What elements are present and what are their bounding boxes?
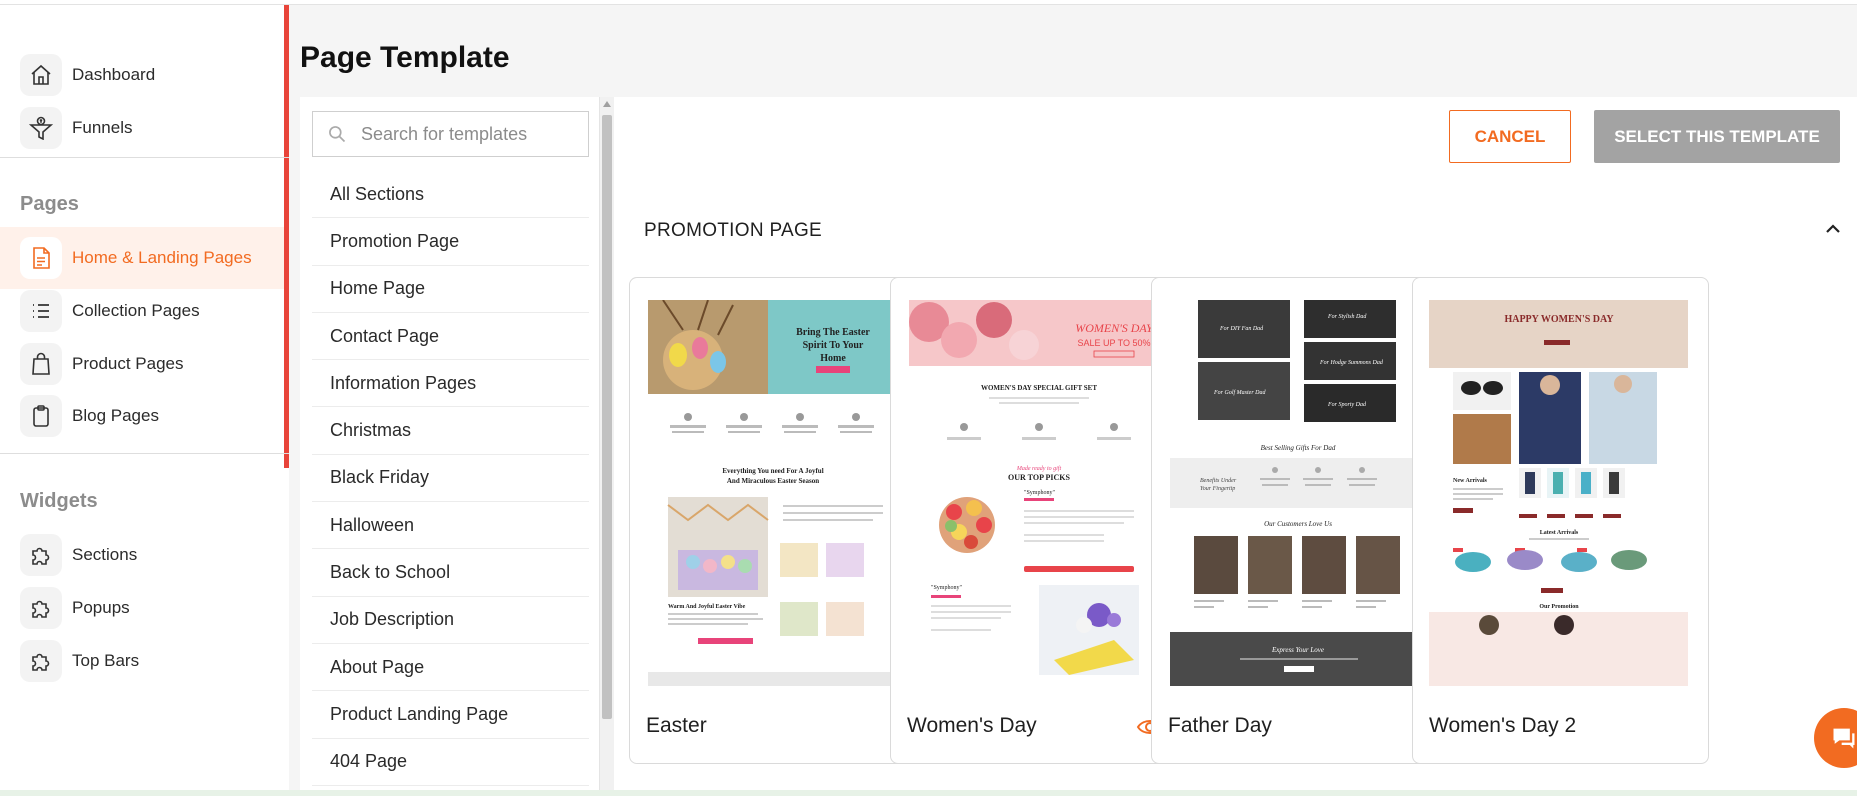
sidebar-section-pages: Pages [20, 193, 79, 215]
sidebar-item-label: Collection Pages [72, 301, 200, 320]
scrollbar-thumb[interactable] [602, 115, 612, 719]
search-input[interactable] [361, 123, 581, 145]
puzzle-icon [20, 587, 62, 629]
scroll-up-arrow-icon[interactable] [603, 101, 611, 107]
chevron-up-icon[interactable] [1821, 217, 1845, 241]
sidebar-item-label: Top Bars [72, 651, 140, 670]
category-item[interactable]: All Sections [312, 171, 589, 219]
svg-text:Warm And Joyful Easter Vibe: Warm And Joyful Easter Vibe [668, 604, 746, 610]
bottom-strip [0, 790, 1857, 796]
svg-text:Latest Arrivals: Latest Arrivals [1540, 530, 1579, 536]
category-item[interactable]: Halloween [312, 502, 589, 550]
svg-text:Your Fingertip: Your Fingertip [1200, 486, 1235, 492]
sidebar-item-label: Sections [72, 545, 138, 564]
clipboard-icon [20, 395, 62, 437]
select-template-button[interactable]: SELECT THIS TEMPLATE [1594, 110, 1840, 163]
svg-text:"Symphony": "Symphony" [931, 585, 962, 591]
template-name: Father Day [1168, 714, 1272, 737]
svg-text:And Miraculous Easter Season: And Miraculous Easter Season [727, 477, 819, 485]
cancel-button[interactable]: CANCEL [1449, 110, 1571, 163]
category-item[interactable]: Home Page [312, 266, 589, 313]
section-title: PROMOTION PAGE [644, 220, 823, 241]
sidebar-section-widgets: Widgets [20, 490, 98, 512]
svg-text:Home: Home [820, 353, 846, 364]
category-list: All Sections Promotion Page Home Page Co… [312, 171, 589, 786]
template-preview: HAPPY WOMEN'S DAY New Arrivals Latest Ar… [1429, 300, 1688, 686]
puzzle-icon [20, 640, 62, 682]
svg-text:Benefits Under: Benefits Under [1200, 477, 1237, 484]
svg-text:Best Selling Gifts For Dad: Best Selling Gifts For Dad [1261, 444, 1336, 452]
template-card-womens-day[interactable]: WOMEN'S DAY SALE UP TO 50% WOMEN'S DAY S… [890, 277, 1187, 764]
svg-text:WOMEN'S DAY SPECIAL GIFT SET: WOMEN'S DAY SPECIAL GIFT SET [981, 384, 1097, 392]
shopping-bag-icon [20, 343, 62, 385]
svg-text:Bring The Easter: Bring The Easter [796, 327, 870, 338]
sidebar-item-label: Product Pages [72, 354, 184, 373]
template-card-father-day[interactable]: For DIY Fan Dad For Stylish Dad For Golf… [1151, 277, 1448, 764]
template-name: Women's Day 2 [1429, 714, 1577, 737]
svg-text:For DIY Fan Dad: For DIY Fan Dad [1219, 326, 1264, 332]
svg-text:OUR TOP PICKS: OUR TOP PICKS [1008, 473, 1070, 482]
category-item[interactable]: 404 Page [312, 739, 589, 786]
search-box [312, 111, 589, 157]
category-item[interactable]: Back to School [312, 549, 589, 597]
sidebar: Dashboard Funnels Pages Home & Landing P… [0, 5, 289, 796]
sidebar-item-blog-pages[interactable]: Blog Pages [0, 385, 284, 447]
category-scrollbar[interactable] [600, 97, 614, 796]
category-item[interactable]: Black Friday [312, 455, 589, 503]
sidebar-divider [0, 157, 289, 158]
svg-text:"Symphony": "Symphony" [1024, 490, 1055, 496]
sidebar-item-label: Funnels [72, 118, 133, 137]
list-icon [20, 290, 62, 332]
sidebar-item-label: Home & Landing Pages [72, 248, 252, 267]
page-icon [20, 237, 62, 279]
page-title: Page Template [300, 41, 510, 74]
svg-text:Made ready to gift: Made ready to gift [1016, 465, 1062, 472]
sidebar-item-label: Dashboard [72, 65, 156, 84]
main-area: Page Template All Sections Promotion Pag… [289, 5, 1857, 796]
svg-text:For Sporty Dad: For Sporty Dad [1327, 402, 1367, 408]
svg-text:Our Customers Love Us: Our Customers Love Us [1264, 520, 1332, 528]
category-item[interactable]: Job Description [312, 597, 589, 644]
template-content: CANCEL SELECT THIS TEMPLATE PROMOTION PA… [614, 97, 1857, 796]
puzzle-icon [20, 534, 62, 576]
template-name: Women's Day [907, 714, 1037, 737]
template-preview: For DIY Fan Dad For Stylish Dad For Golf… [1170, 300, 1429, 686]
template-preview: Bring The Easter Spirit To Your Home Eve… [648, 300, 907, 686]
sidebar-divider [0, 453, 289, 454]
chat-icon [1833, 728, 1855, 749]
svg-text:WOMEN'S DAY: WOMEN'S DAY [1075, 321, 1154, 335]
search-icon [329, 126, 346, 143]
sidebar-item-label: Popups [72, 598, 130, 617]
sidebar-item-top-bars[interactable]: Top Bars [0, 630, 284, 692]
category-panel: All Sections Promotion Page Home Page Co… [300, 97, 614, 796]
svg-text:Spirit To Your: Spirit To Your [803, 340, 864, 351]
svg-text:Our Promotion: Our Promotion [1539, 604, 1579, 610]
category-item[interactable]: Promotion Page [312, 218, 589, 266]
sidebar-item-label: Blog Pages [72, 406, 159, 425]
svg-text:Express Your Love: Express Your Love [1271, 646, 1324, 654]
category-item[interactable]: Contact Page [312, 313, 589, 361]
template-card-easter[interactable]: Bring The Easter Spirit To Your Home Eve… [629, 277, 926, 764]
template-card-womens-day-2[interactable]: HAPPY WOMEN'S DAY New Arrivals Latest Ar… [1412, 277, 1709, 764]
svg-text:HAPPY WOMEN'S DAY: HAPPY WOMEN'S DAY [1504, 314, 1614, 325]
category-item[interactable]: Product Landing Page [312, 691, 589, 739]
category-item[interactable]: About Page [312, 644, 589, 692]
svg-text:SALE UP TO 50%: SALE UP TO 50% [1077, 338, 1150, 348]
template-preview: WOMEN'S DAY SALE UP TO 50% WOMEN'S DAY S… [909, 300, 1168, 686]
svg-text:For Hodge Summons Dad: For Hodge Summons Dad [1319, 360, 1384, 366]
category-item[interactable]: Information Pages [312, 360, 589, 408]
svg-text:New Arrivals: New Arrivals [1453, 478, 1487, 484]
category-item[interactable]: Christmas [312, 407, 589, 455]
sidebar-item-funnels[interactable]: Funnels [0, 97, 284, 159]
funnel-icon [20, 107, 62, 149]
svg-text:For Golf Master Dad: For Golf Master Dad [1213, 389, 1266, 396]
svg-text:Everything You need For A Joyf: Everything You need For A Joyful [722, 467, 823, 475]
template-name: Easter [646, 714, 707, 737]
home-icon [20, 54, 62, 96]
svg-text:For Stylish Dad: For Stylish Dad [1327, 314, 1367, 320]
